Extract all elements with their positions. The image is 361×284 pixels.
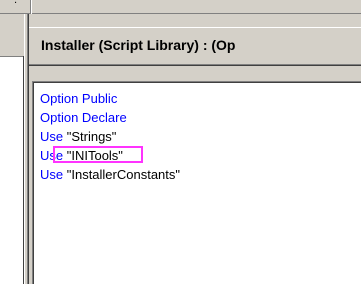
editor-border-inner xyxy=(33,82,34,284)
editor-header: Installer (Script Library) : (Op xyxy=(29,27,361,64)
code-line-highlighted[interactable]: Use "INITools" xyxy=(40,146,180,165)
editor-border-inner xyxy=(33,82,361,83)
header-gap xyxy=(29,66,361,81)
tab-edge xyxy=(31,0,32,14)
top-strip xyxy=(0,0,361,14)
code-keyword: Use xyxy=(40,129,64,144)
highlight-box xyxy=(53,146,143,163)
left-pane-header xyxy=(0,14,26,56)
code-line[interactable]: Option Declare xyxy=(40,108,180,127)
code-line[interactable]: Use "Strings" xyxy=(40,127,180,146)
code-line[interactable]: Use "InstallerConstants" xyxy=(40,165,180,184)
code-text: "Strings" xyxy=(63,129,117,144)
top-divider xyxy=(32,13,361,14)
code-line[interactable]: Option Public xyxy=(40,89,180,108)
tab-stub-glyph: · xyxy=(14,0,18,9)
code-text: "InstallerConstants" xyxy=(63,167,181,182)
code-keyword: Use xyxy=(40,167,64,182)
editor-title: Installer (Script Library) : (Op xyxy=(41,37,236,53)
code-keyword: Option Public xyxy=(40,91,118,106)
code-keyword: Option Declare xyxy=(40,110,127,125)
left-pane-list[interactable] xyxy=(0,57,23,284)
code-lines[interactable]: Option Public Option Declare Use "String… xyxy=(40,89,180,184)
tab-stub[interactable]: · xyxy=(0,0,31,14)
